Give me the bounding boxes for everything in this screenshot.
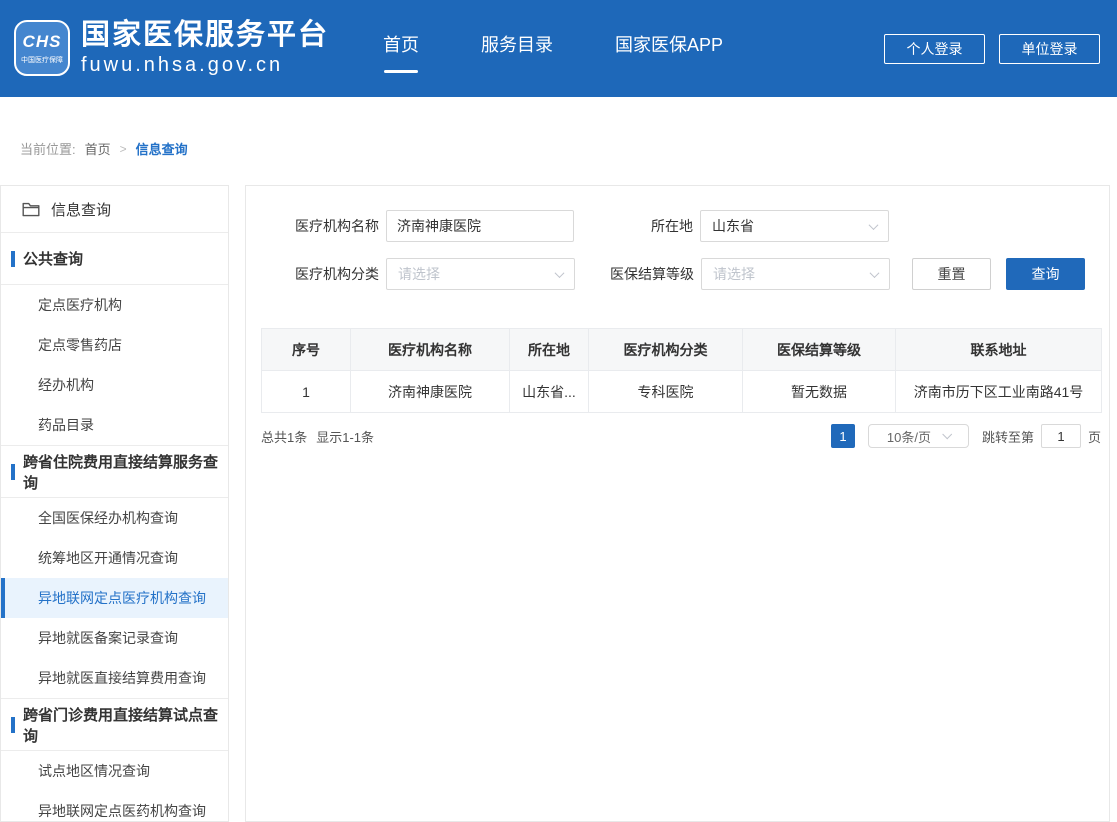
- col-index: 序号: [262, 329, 351, 371]
- page-1-button[interactable]: 1: [831, 424, 855, 448]
- nav-home-label: 首页: [383, 35, 419, 55]
- pagination-bar: 总共1条 显示1-1条 1 10条/页 跳转至第 页: [261, 424, 1101, 448]
- cell-institution-type: 专科医院: [589, 371, 743, 413]
- settlement-level-select[interactable]: 请选择: [701, 258, 890, 290]
- sidebar-item-filing-record-query[interactable]: 异地就医备案记录查询: [1, 618, 228, 658]
- nav-active-underline: [384, 70, 418, 73]
- chevron-down-icon: [869, 220, 879, 230]
- settlement-level-label: 医保结算等级: [575, 264, 694, 284]
- table-row: 1 济南神康医院 山东省... 专科医院 暂无数据 济南市历下区工业南路41号: [262, 371, 1102, 413]
- table-header-row: 序号 医疗机构名称 所在地 医疗机构分类 医保结算等级 联系地址: [262, 329, 1102, 371]
- pagination-controls: 1 10条/页 跳转至第 页: [831, 424, 1101, 448]
- col-settlement-level: 医保结算等级: [743, 329, 896, 371]
- cell-index: 1: [262, 371, 351, 413]
- breadcrumb: 当前位置: 首页 > 信息查询: [20, 139, 188, 158]
- sidebar-item-handling-agency[interactable]: 经办机构: [1, 365, 228, 405]
- location-label: 所在地: [574, 216, 693, 236]
- reset-button[interactable]: 重置: [912, 258, 991, 290]
- chevron-down-icon: [942, 429, 952, 439]
- institution-type-select-placeholder: 请选择: [398, 264, 440, 284]
- cell-institution-name: 济南神康医院: [351, 371, 510, 413]
- search-button[interactable]: 查询: [1006, 258, 1085, 290]
- site-domain: fuwu.nhsa.gov.cn: [81, 54, 329, 77]
- institution-type-label: 医疗机构分类: [261, 264, 379, 284]
- chs-logo-icon: CHS 中国医疗保障: [14, 20, 70, 76]
- jump-suffix-label: 页: [1088, 427, 1101, 446]
- page-size-select[interactable]: 10条/页: [868, 424, 969, 448]
- institution-name-label: 医疗机构名称: [261, 216, 379, 236]
- site-header: CHS 中国医疗保障 国家医保服务平台 fuwu.nhsa.gov.cn 首页 …: [0, 0, 1117, 97]
- sidebar-item-designated-medical-institution[interactable]: 定点医疗机构: [1, 285, 228, 325]
- sidebar-section-public-query: 公共查询: [1, 233, 228, 285]
- cell-location: 山东省...: [510, 371, 589, 413]
- nav-service-catalog[interactable]: 服务目录: [479, 25, 555, 73]
- sidebar-section-cross-province-inpatient: 跨省住院费用直接结算服务查询: [1, 446, 228, 498]
- chevron-down-icon: [870, 268, 880, 278]
- shown-range: 显示1-1条: [316, 427, 374, 446]
- sidebar-group-outpatient: 试点地区情况查询 异地联网定点医药机构查询: [1, 751, 228, 822]
- col-institution-name: 医疗机构名称: [351, 329, 510, 371]
- chs-logo-subtitle: 中国医疗保障: [21, 55, 63, 65]
- sidebar-section-title: 公共查询: [23, 248, 83, 269]
- site-title: 国家医保服务平台: [81, 20, 329, 52]
- site-logo[interactable]: CHS 中国医疗保障 国家医保服务平台 fuwu.nhsa.gov.cn: [14, 20, 329, 78]
- main-nav: 首页 服务目录 国家医保APP: [381, 25, 725, 73]
- search-form-row-2: 医疗机构分类 请选择 医保结算等级 请选择 重置 查询: [261, 258, 1097, 290]
- main-panel: 医疗机构名称 所在地 山东省 医疗机构分类 请选择 医保结算等级 请选择: [245, 185, 1110, 822]
- personal-login-button[interactable]: 个人登录: [884, 34, 985, 64]
- sidebar-section-title: 跨省门诊费用直接结算试点查询: [23, 704, 228, 746]
- col-location: 所在地: [510, 329, 589, 371]
- sidebar-group-inpatient: 全国医保经办机构查询 统筹地区开通情况查询 异地联网定点医疗机构查询 异地就医备…: [1, 498, 228, 699]
- institution-type-select[interactable]: 请选择: [386, 258, 575, 290]
- breadcrumb-separator-icon: >: [120, 142, 127, 156]
- sidebar-group-public: 定点医疗机构 定点零售药店 经办机构 药品目录: [1, 285, 228, 446]
- jump-prefix-label: 跳转至第: [982, 427, 1034, 446]
- folder-icon: [22, 202, 40, 217]
- sidebar-root-label: 信息查询: [51, 199, 111, 220]
- results-table: 序号 医疗机构名称 所在地 医疗机构分类 医保结算等级 联系地址 1 济南神康医…: [261, 328, 1102, 413]
- search-form-row-1: 医疗机构名称 所在地 山东省: [261, 210, 1097, 242]
- section-bar-icon: [11, 464, 15, 480]
- chs-logo-text: CHS: [23, 32, 62, 52]
- sidebar-item-region-opening-query[interactable]: 统筹地区开通情况查询: [1, 538, 228, 578]
- unit-login-button[interactable]: 单位登录: [999, 34, 1100, 64]
- breadcrumb-home-link[interactable]: 首页: [85, 139, 111, 158]
- sidebar-item-settlement-fee-query[interactable]: 异地就医直接结算费用查询: [1, 658, 228, 698]
- sidebar-item-drug-catalog[interactable]: 药品目录: [1, 405, 228, 445]
- sidebar-section-cross-province-outpatient: 跨省门诊费用直接结算试点查询: [1, 699, 228, 751]
- breadcrumb-prefix: 当前位置:: [20, 139, 76, 158]
- cell-contact-address: 济南市历下区工业南路41号: [896, 371, 1102, 413]
- sidebar-section-title: 跨省住院费用直接结算服务查询: [23, 451, 228, 493]
- jump-to-page: 跳转至第 页: [982, 424, 1101, 448]
- col-contact-address: 联系地址: [896, 329, 1102, 371]
- total-count: 总共1条: [261, 427, 307, 446]
- page-size-value: 10条/页: [887, 427, 931, 446]
- pagination-summary: 总共1条 显示1-1条: [261, 427, 374, 446]
- sidebar-root-info-query[interactable]: 信息查询: [1, 186, 228, 233]
- login-buttons: 个人登录 单位登录: [884, 34, 1100, 64]
- nav-app-label: 国家医保APP: [615, 35, 723, 55]
- location-select[interactable]: 山东省: [700, 210, 889, 242]
- jump-page-input[interactable]: [1041, 424, 1081, 448]
- cell-settlement-level: 暂无数据: [743, 371, 896, 413]
- site-title-block: 国家医保服务平台 fuwu.nhsa.gov.cn: [81, 20, 329, 78]
- section-bar-icon: [11, 251, 15, 267]
- nav-home[interactable]: 首页: [381, 25, 421, 73]
- sidebar-item-cross-region-pharmacy-query[interactable]: 异地联网定点医药机构查询: [1, 791, 228, 822]
- location-select-value: 山东省: [712, 216, 754, 236]
- institution-name-input[interactable]: [386, 210, 574, 242]
- sidebar-item-pilot-region-query[interactable]: 试点地区情况查询: [1, 751, 228, 791]
- nav-service-catalog-label: 服务目录: [481, 35, 553, 55]
- col-institution-type: 医疗机构分类: [589, 329, 743, 371]
- chevron-down-icon: [555, 268, 565, 278]
- section-bar-icon: [11, 717, 15, 733]
- sidebar-item-national-agency-query[interactable]: 全国医保经办机构查询: [1, 498, 228, 538]
- form-buttons: 重置 查询: [912, 258, 1085, 290]
- sidebar: 信息查询 公共查询 定点医疗机构 定点零售药店 经办机构 药品目录 跨省住院费用…: [0, 185, 229, 822]
- sidebar-item-cross-region-medical-institution-query[interactable]: 异地联网定点医疗机构查询: [1, 578, 228, 618]
- nav-app[interactable]: 国家医保APP: [613, 25, 725, 73]
- breadcrumb-current[interactable]: 信息查询: [136, 139, 188, 158]
- sidebar-item-designated-retail-pharmacy[interactable]: 定点零售药店: [1, 325, 228, 365]
- settlement-level-select-placeholder: 请选择: [713, 264, 755, 284]
